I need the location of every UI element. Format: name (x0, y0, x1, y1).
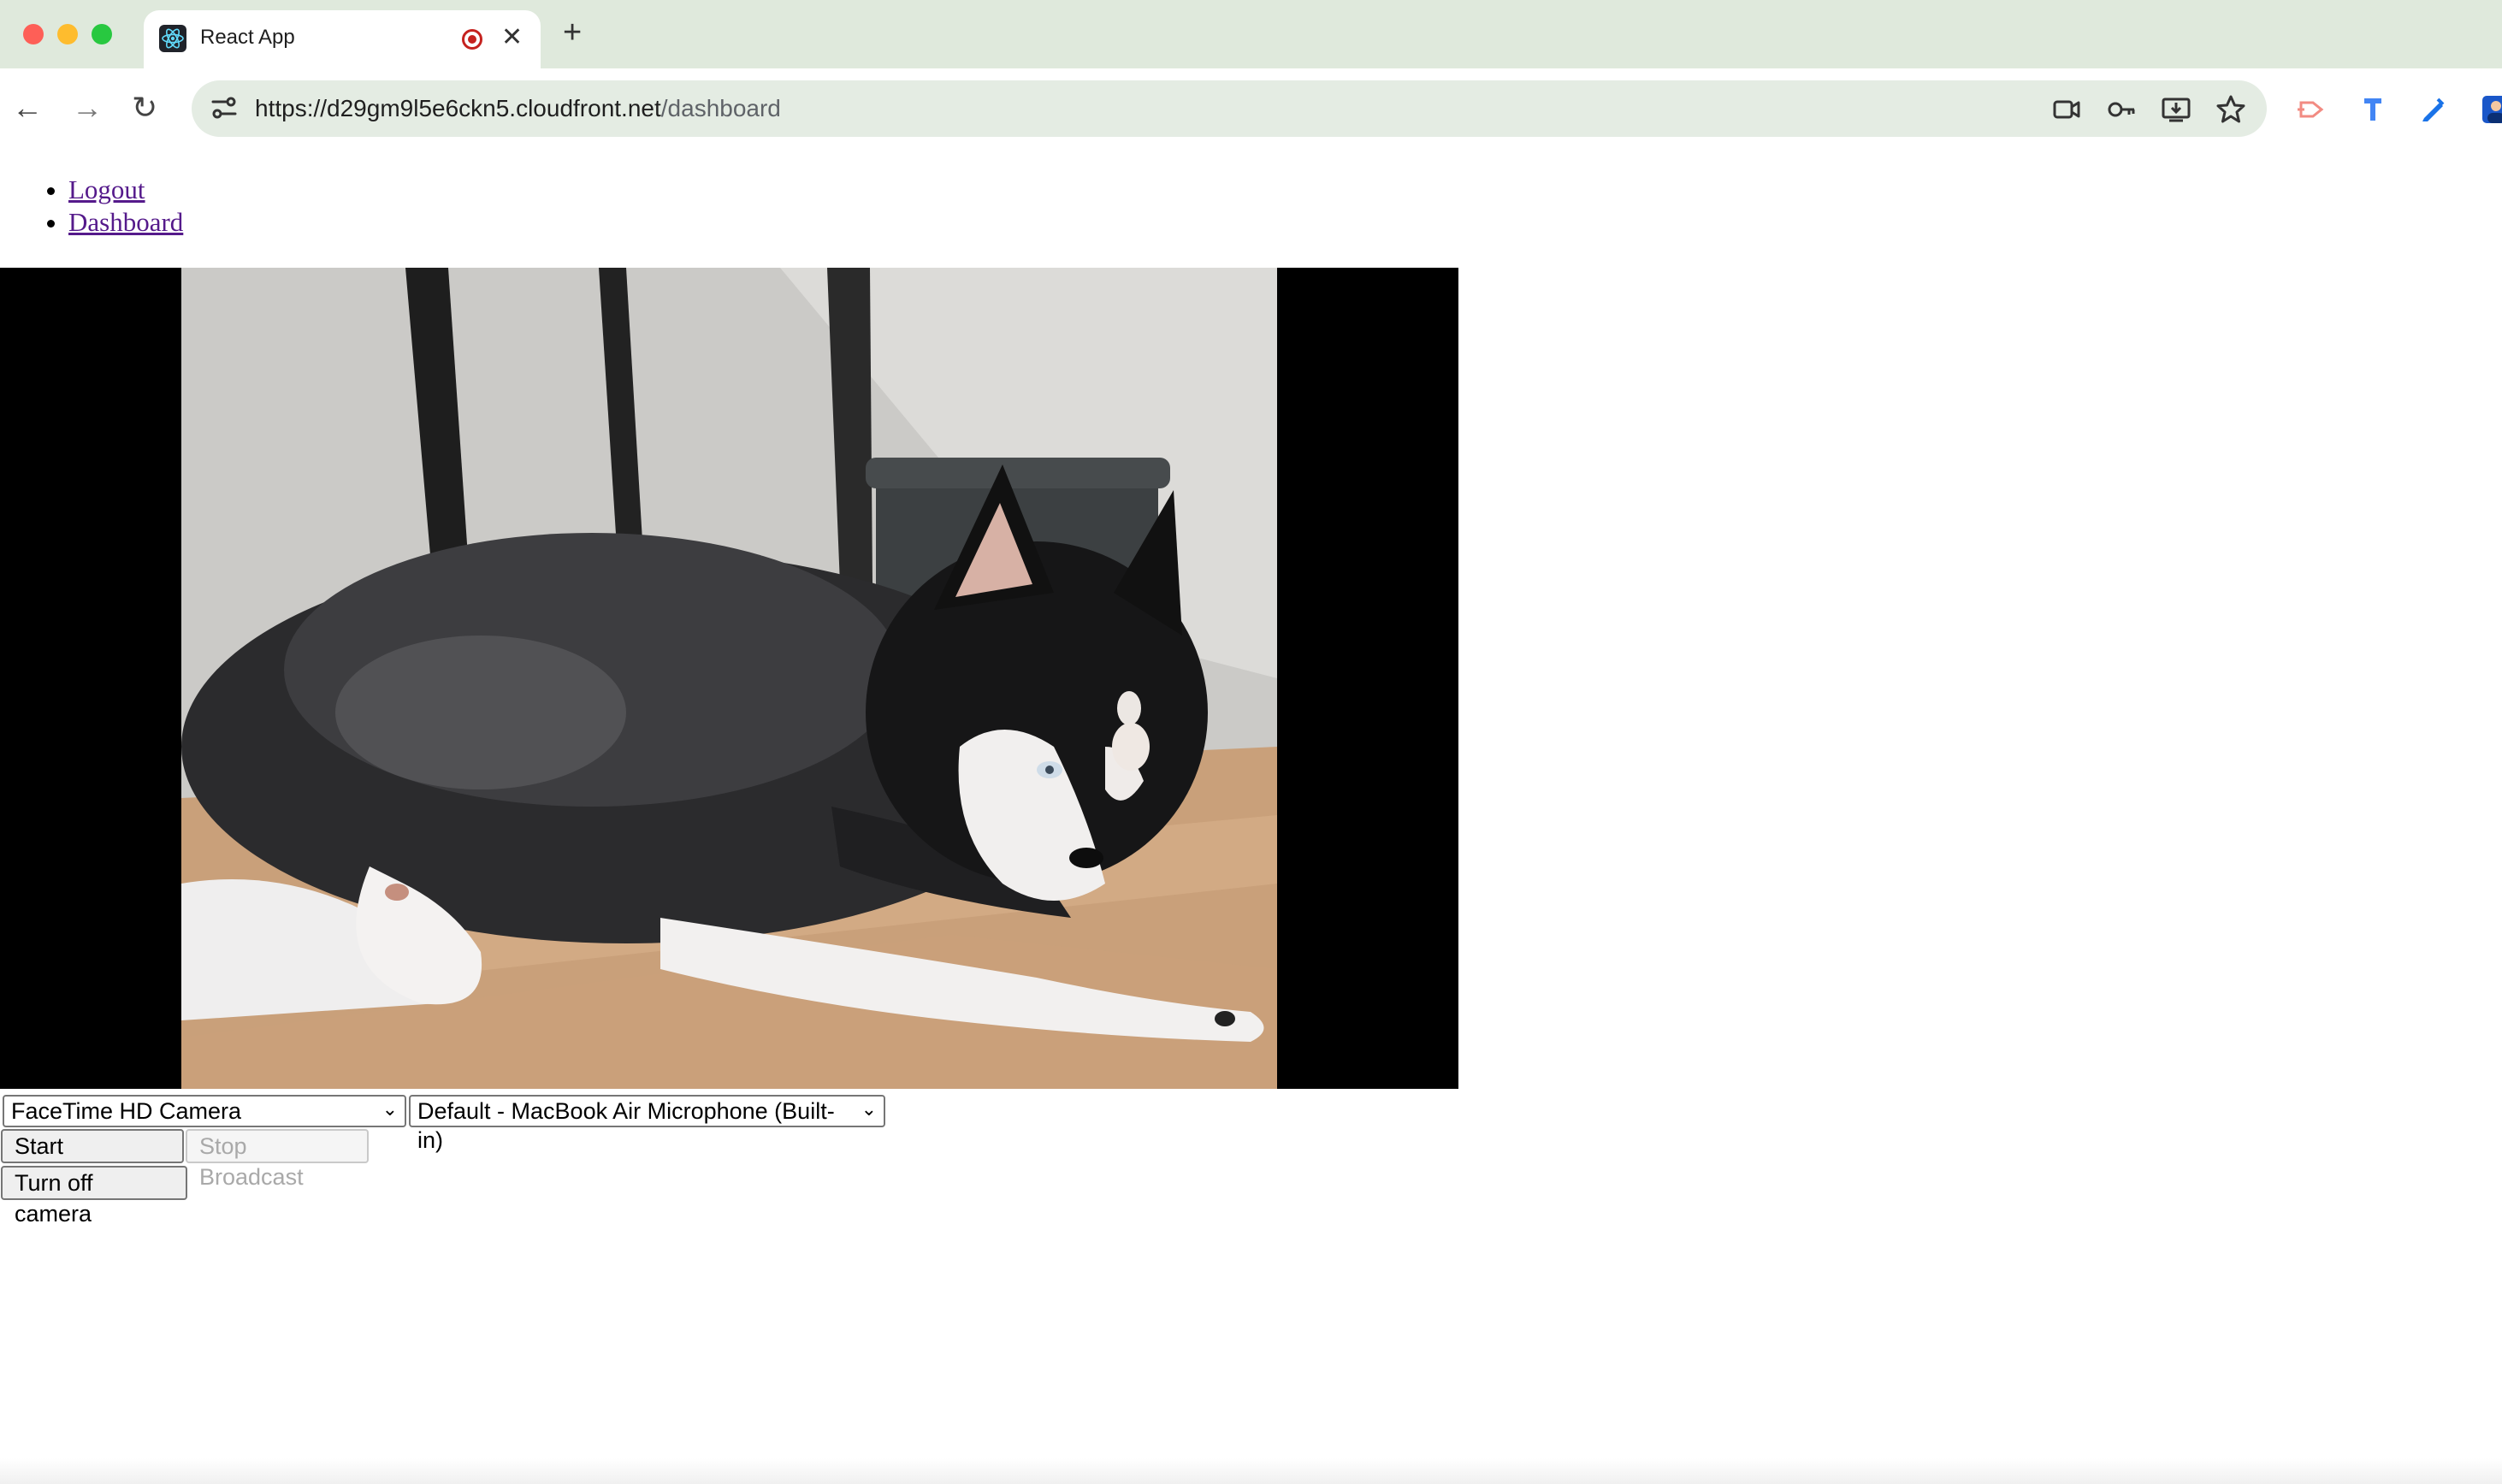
profile-icon[interactable] (2481, 94, 2502, 125)
camera-preview-image (181, 268, 1277, 1089)
nav-item: Logout (68, 174, 183, 206)
start-broadcast-button[interactable]: Start Broadcast (1, 1129, 184, 1190)
tab-strip: React App ✕ + (0, 0, 2502, 68)
chevron-down-icon: ⌄ (382, 1098, 398, 1120)
zoom-window-button[interactable] (92, 24, 112, 44)
microphone-select-value: Default - MacBook Air Microphone (Built-… (417, 1098, 835, 1153)
nav-item: Dashboard (68, 206, 183, 239)
tab-close-icon[interactable]: ✕ (501, 22, 523, 53)
bottom-shadow (0, 1458, 2502, 1484)
microphone-select[interactable]: Default - MacBook Air Microphone (Built-… (409, 1095, 885, 1153)
camera-preview (0, 268, 1458, 1089)
browser-toolbar: ← → ↻ https://d29gm9l5e6ckn5.cloudfront.… (0, 68, 2502, 148)
new-tab-button[interactable]: + (563, 15, 582, 50)
url-host: https://d29gm9l5e6ckn5.cloudfront.net (255, 95, 661, 121)
dashboard-link[interactable]: Dashboard (68, 207, 183, 237)
back-button[interactable]: ← (12, 91, 43, 125)
recording-icon (462, 29, 482, 50)
tab-react-app[interactable]: React App ✕ (144, 10, 541, 68)
install-icon[interactable] (2161, 94, 2191, 125)
pen-icon[interactable] (2417, 94, 2448, 125)
extension-t-icon[interactable] (2357, 94, 2388, 125)
extension-arrow-icon[interactable] (2296, 94, 2327, 125)
stop-broadcast-button[interactable]: Stop Broadcast (186, 1129, 369, 1190)
key-icon[interactable] (2106, 94, 2137, 125)
url-text: https://d29gm9l5e6ckn5.cloudfront.net/da… (255, 92, 781, 125)
nav-list: Logout Dashboard (34, 174, 183, 239)
star-icon[interactable] (2215, 94, 2246, 125)
browser-chrome: React App ✕ + ← → ↻ https://d29gm9l5e6ck… (0, 0, 2502, 148)
url-path: /dashboard (660, 95, 781, 121)
close-window-button[interactable] (23, 24, 44, 44)
camera-icon[interactable] (2051, 94, 2082, 125)
chevron-down-icon: ⌄ (861, 1098, 877, 1120)
forward-button[interactable]: → (72, 91, 103, 125)
site-info-icon[interactable] (209, 92, 240, 123)
reload-button[interactable]: ↻ (132, 91, 157, 125)
camera-select[interactable]: FaceTime HD Camera (C4E1:9BFB) ⌄ (3, 1095, 406, 1153)
address-bar[interactable]: https://d29gm9l5e6ckn5.cloudfront.net/da… (192, 80, 2267, 137)
logout-link[interactable]: Logout (68, 174, 145, 204)
turn-off-camera-button[interactable]: Turn off camera (1, 1166, 187, 1227)
page-content: Logout Dashboard (0, 148, 2502, 1484)
react-icon (159, 25, 186, 52)
tab-title: React App (200, 26, 295, 49)
minimize-window-button[interactable] (57, 24, 78, 44)
